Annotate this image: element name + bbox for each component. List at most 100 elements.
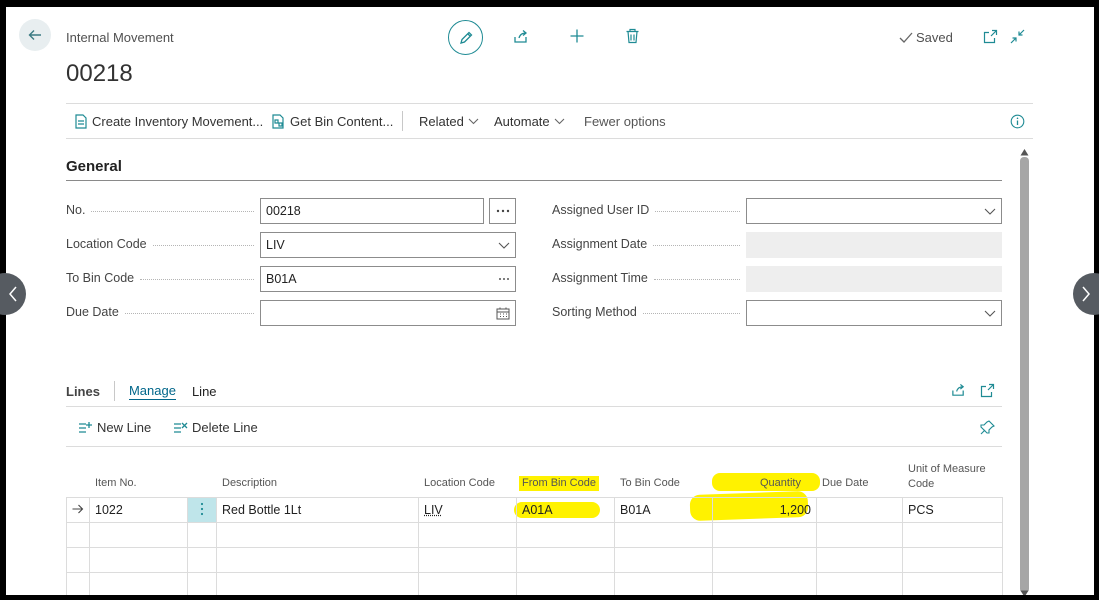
- table-row[interactable]: 1022 Red Bottle 1Lt LIV A01A B01A 1,200 …: [66, 497, 1003, 523]
- fewer-options-label: Fewer options: [584, 113, 666, 129]
- column-header-from-bin-code[interactable]: From Bin Code: [519, 476, 599, 491]
- plus-icon: [570, 29, 584, 43]
- table-row[interactable]: [66, 572, 1003, 595]
- assignment-date-field: [746, 232, 1002, 258]
- tab-manage[interactable]: Manage: [128, 383, 176, 400]
- description-cell[interactable]: Red Bottle 1Lt: [216, 497, 419, 523]
- chevron-down-icon: [498, 242, 510, 249]
- due-date-cell[interactable]: [816, 497, 903, 523]
- tab-line[interactable]: Line: [192, 384, 217, 399]
- edit-button[interactable]: [448, 20, 483, 55]
- related-menu[interactable]: Related: [419, 104, 479, 138]
- location-code-select[interactable]: LIV: [260, 232, 516, 258]
- assignment-time-label: Assignment Time: [552, 271, 746, 285]
- share-icon: [951, 383, 964, 396]
- automate-label: Automate: [494, 113, 550, 129]
- trash-icon: [626, 28, 638, 44]
- share-icon: [514, 30, 528, 43]
- related-label: Related: [419, 113, 464, 129]
- calendar-icon: [496, 307, 510, 319]
- no-field[interactable]: 00218: [260, 198, 484, 224]
- fewer-options-button[interactable]: Fewer options: [584, 104, 666, 138]
- info-button[interactable]: [1010, 104, 1025, 138]
- delete-line-label: Delete Line: [192, 419, 258, 435]
- get-bin-content-button[interactable]: Get Bin Content...: [271, 104, 393, 138]
- general-section-title: General: [66, 158, 122, 175]
- scroll-down-arrow[interactable]: [1020, 585, 1029, 595]
- assigned-user-id-label: Assigned User ID: [552, 203, 746, 217]
- uom-header-line-2: Code: [908, 478, 935, 490]
- pin-icon: [979, 419, 995, 434]
- uom-header-line-1: Unit of Measure: [908, 463, 986, 475]
- share-button[interactable]: [511, 27, 531, 47]
- column-header-to-bin-code[interactable]: To Bin Code: [620, 476, 680, 491]
- to-bin-code-cell[interactable]: B01A: [614, 497, 713, 523]
- new-line-button[interactable]: New Line: [78, 410, 151, 444]
- pencil-icon: [459, 31, 472, 44]
- row-menu-button[interactable]: [187, 497, 217, 523]
- to-bin-code-label: To Bin Code: [66, 271, 260, 285]
- open-new-window-icon: [983, 29, 997, 43]
- get-bin-content-label: Get Bin Content...: [290, 113, 394, 129]
- saved-label: Saved: [916, 30, 953, 45]
- assigned-user-id-select[interactable]: [746, 198, 1002, 224]
- column-header-uom[interactable]: Unit of Measure Code: [908, 462, 986, 492]
- column-header-quantity[interactable]: Quantity: [760, 476, 801, 491]
- document-icon: [75, 113, 87, 129]
- lines-tabs: Lines Manage Line: [66, 381, 217, 401]
- table-row[interactable]: [66, 547, 1003, 573]
- create-inventory-movement-label: Create Inventory Movement...: [92, 113, 264, 129]
- column-header-description[interactable]: Description: [222, 476, 277, 491]
- collapse-icon: [1010, 29, 1024, 43]
- lines-share-button[interactable]: [949, 381, 967, 399]
- open-new-window-button[interactable]: [981, 27, 999, 45]
- table-row[interactable]: [66, 522, 1003, 548]
- entity-type-label: Internal Movement: [66, 30, 174, 45]
- back-button[interactable]: [19, 19, 51, 51]
- location-code-label: Location Code: [66, 237, 260, 251]
- sorting-method-label: Sorting Method: [552, 305, 746, 319]
- from-bin-code-cell[interactable]: A01A: [516, 497, 615, 523]
- collapse-button[interactable]: [1008, 27, 1026, 45]
- check-icon: [899, 32, 913, 43]
- vertical-scrollbar[interactable]: [1020, 157, 1029, 593]
- page-title: 00218: [66, 60, 133, 87]
- item-no-cell[interactable]: 1022: [89, 497, 188, 523]
- lines-divider: [66, 406, 1002, 407]
- more-icon: [499, 278, 509, 280]
- action-separator: [402, 111, 403, 131]
- automate-menu[interactable]: Automate: [494, 104, 565, 138]
- no-assist-button[interactable]: [489, 198, 516, 224]
- info-icon: [1010, 114, 1025, 128]
- lines-expand-button[interactable]: [978, 381, 996, 399]
- row-indicator: [66, 497, 90, 523]
- new-record-button[interactable]: [567, 26, 587, 46]
- sorting-method-select[interactable]: [746, 300, 1002, 326]
- new-line-label: New Line: [97, 419, 152, 435]
- expand-icon: [980, 383, 994, 397]
- column-header-location-code[interactable]: Location Code: [424, 476, 495, 491]
- create-inventory-movement-button[interactable]: Create Inventory Movement...: [74, 104, 263, 138]
- delete-button[interactable]: [622, 26, 642, 46]
- chevron-down-icon: [554, 118, 565, 124]
- due-date-label: Due Date: [66, 305, 260, 319]
- chevron-right-icon: [1082, 286, 1090, 302]
- no-label: No.: [66, 203, 260, 217]
- chevron-left-icon: [9, 286, 17, 302]
- arrow-right-icon: [72, 504, 84, 514]
- section-divider: [66, 180, 1002, 181]
- due-date-field[interactable]: [260, 300, 516, 326]
- document-grid-icon: [272, 113, 284, 129]
- delete-line-icon: [174, 422, 188, 433]
- pin-button[interactable]: [978, 418, 996, 436]
- saved-status: Saved: [899, 30, 953, 45]
- lines-title: Lines: [66, 383, 100, 399]
- to-bin-code-field[interactable]: B01A: [260, 266, 516, 292]
- uom-cell[interactable]: PCS: [902, 497, 1003, 523]
- quantity-cell[interactable]: 1,200: [712, 497, 817, 523]
- column-header-due-date[interactable]: Due Date: [822, 476, 868, 491]
- location-code-cell[interactable]: LIV: [418, 497, 517, 523]
- delete-line-button[interactable]: Delete Line: [173, 410, 258, 444]
- assignment-time-field: [746, 266, 1002, 292]
- column-header-item-no[interactable]: Item No.: [95, 476, 137, 491]
